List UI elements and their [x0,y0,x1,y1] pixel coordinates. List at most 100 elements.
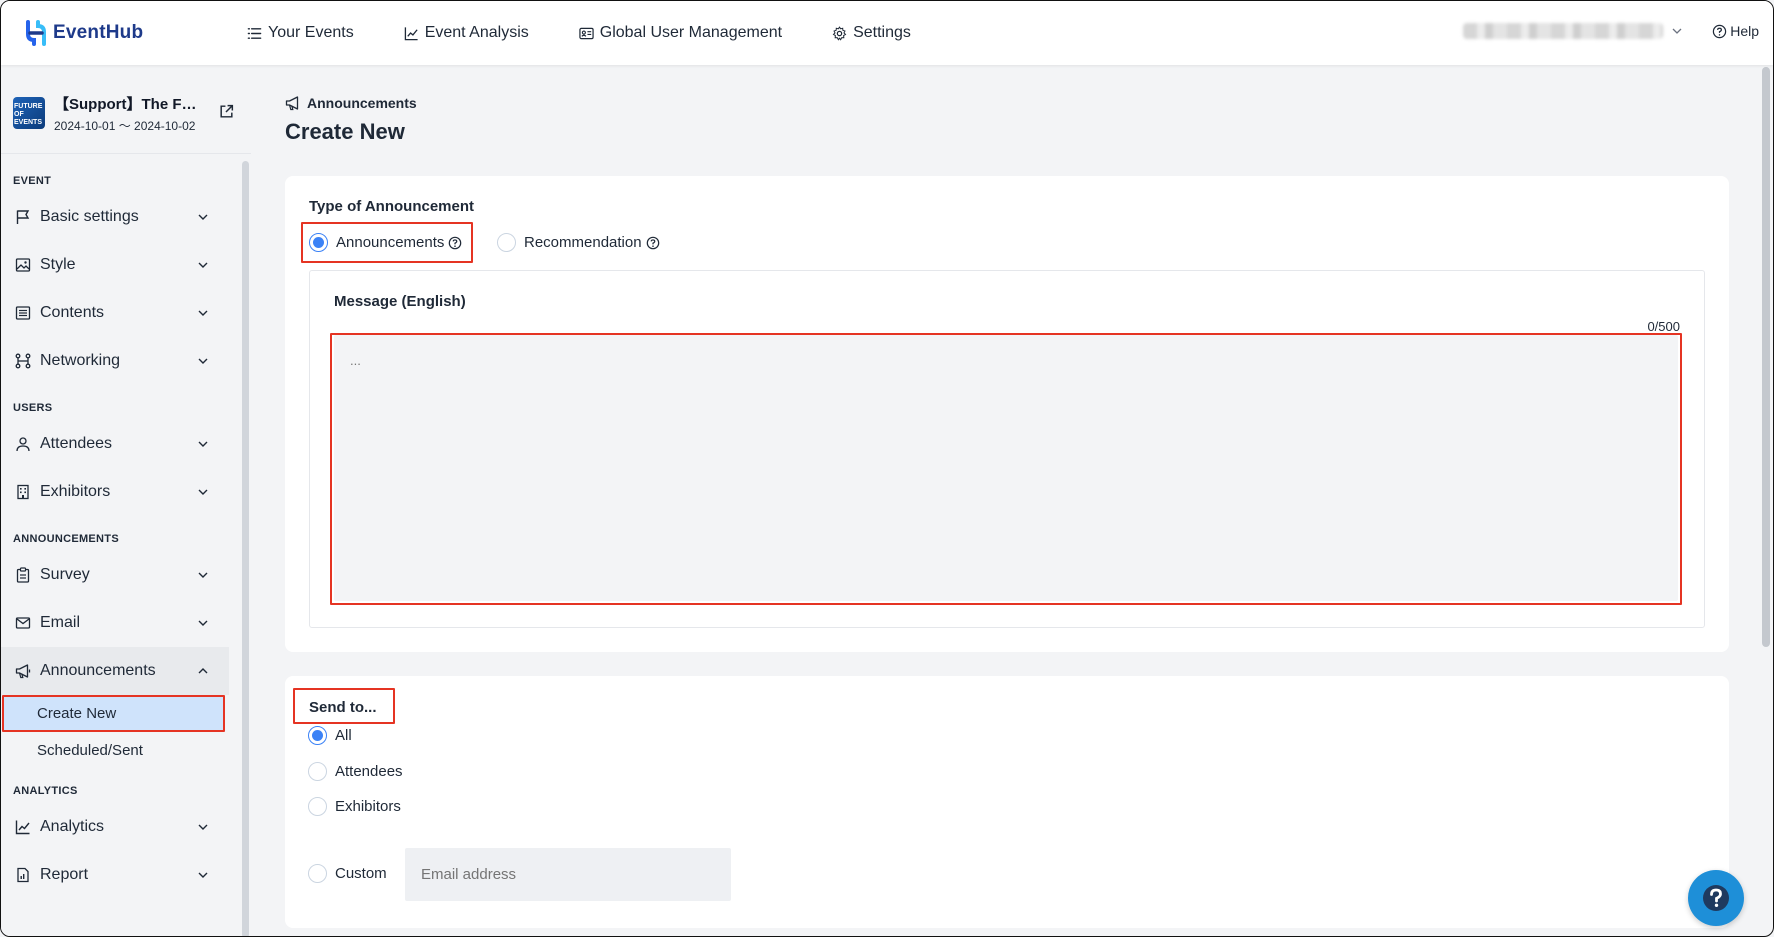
gear-icon [832,25,847,41]
sidebar-item-networking[interactable]: Networking [1,337,229,385]
sidebar-item-report[interactable]: Report [1,851,229,899]
chevron-down-icon [198,262,208,268]
sidebar-item-announcements[interactable]: Announcements [1,647,229,695]
send-to-label: Send to... [309,699,377,716]
nav-settings[interactable]: Settings [832,24,911,42]
nav-your-events[interactable]: Your Events [247,24,354,42]
radio-send-exhibitors[interactable]: Exhibitors [308,797,401,816]
sidebar-divider [1,153,251,154]
sidebar-subitem-create-new[interactable]: Create New [4,695,223,732]
account-name-redacted [1463,23,1663,39]
chevron-down-icon [198,489,208,495]
logo[interactable]: EventHub [25,20,225,46]
network-icon [15,353,31,369]
message-label: Message (English) [334,293,466,310]
radio-recommendation-control[interactable] [497,233,516,252]
image-icon [15,258,31,272]
line-chart-icon [404,26,418,40]
event-info: 【Support】The F… 2024-10-01 〜 2024-10-02 [54,93,199,134]
sidebar-item-analytics[interactable]: Analytics [1,803,229,851]
radio-send-custom-control[interactable] [308,864,327,883]
building-icon [17,484,29,500]
sidebar-item-email[interactable]: Email [1,599,229,647]
sidebar-item-label: Survey [40,566,90,583]
section-label-users: USERS [13,402,53,414]
radio-send-attendees-control[interactable] [308,762,327,781]
sidebar-item-label: Basic settings [40,208,139,225]
main-scrollbar[interactable] [1762,67,1770,647]
eventhub-logo-icon [26,20,46,46]
list-box-icon [15,306,31,320]
announcement-type-card: Type of Announcement Announcements Recom… [285,176,1729,652]
sidebar-scrollbar[interactable] [242,161,249,936]
sidebar-item-label: Analytics [40,818,105,835]
megaphone-icon [285,96,299,111]
page-title: Create New [285,119,405,144]
radio-announcements[interactable]: Announcements [309,233,462,252]
id-card-icon [579,27,594,39]
sidebar-subitem-scheduled-sent[interactable]: Scheduled/Sent [1,732,229,769]
nav-event-analysis-label: Event Analysis [424,24,529,41]
sidebar-menu: EVENT Basic settings Style Contents Netw… [1,157,229,899]
help-label: Help [1730,23,1759,39]
radio-recommendation[interactable]: Recommendation [497,233,660,252]
event-dates: 2024-10-01 〜 2024-10-02 [54,118,196,133]
sidebar-item-label: Announcements [40,662,156,679]
question-circle-icon[interactable] [448,236,462,250]
radio-announcements-label: Announcements [336,234,445,251]
breadcrumb: Announcements [285,95,417,111]
sidebar-item-label: Report [40,866,89,883]
sidebar-item-label: Exhibitors [40,483,111,500]
support-chat-button[interactable] [1688,870,1744,926]
breadcrumb-label[interactable]: Announcements [307,95,417,111]
section-label-announcements: ANNOUNCEMENTS [13,533,119,545]
nav-event-analysis[interactable]: Event Analysis [404,24,529,42]
chevron-down-icon [198,310,208,316]
section-label-event: EVENT [13,175,52,187]
sidebar-item-basic-settings[interactable]: Basic settings [1,193,229,241]
sidebar-item-label: Email [40,614,81,631]
nav-global-user-management[interactable]: Global User Management [579,24,782,42]
nav-your-events-label: Your Events [268,24,354,41]
question-mark-icon [1703,885,1729,911]
chevron-down-icon [198,441,208,447]
event-header: FUTURE OF EVENTS 【Support】The F… 2024-10… [13,93,239,133]
email-address-input[interactable] [405,848,731,901]
sidebar-item-style[interactable]: Style [1,241,229,289]
nav-settings-label: Settings [853,24,911,41]
main-nav: Your Events Event Analysis Global User M… [247,24,961,42]
radio-send-attendees-label: Attendees [335,763,403,780]
sidebar-item-survey[interactable]: Survey [1,551,229,599]
radio-announcements-control[interactable] [309,233,328,252]
sidebar-subitem-label: Scheduled/Sent [37,742,143,759]
mail-icon [15,617,31,629]
message-textarea[interactable] [334,335,1678,601]
megaphone-icon [15,664,31,679]
flag-icon [16,210,30,224]
line-chart-icon [15,820,30,835]
chevron-down-icon [198,214,208,220]
question-circle-icon[interactable] [646,236,660,250]
radio-send-exhibitors-control[interactable] [308,797,327,816]
sidebar-item-exhibitors[interactable]: Exhibitors [1,468,229,516]
chevron-down-icon [198,872,208,878]
radio-send-custom-label: Custom [335,865,387,882]
sidebar-item-attendees[interactable]: Attendees [1,420,229,468]
app-window: EventHub Your Events Event Analysis Glob… [0,0,1774,937]
radio-recommendation-label: Recommendation [524,234,642,251]
account-menu[interactable] [1463,23,1683,39]
radio-send-attendees[interactable]: Attendees [308,762,403,781]
list-icon [247,27,262,39]
sidebar-item-contents[interactable]: Contents [1,289,229,337]
section-label-analytics: ANALYTICS [13,785,78,797]
external-link-icon[interactable] [218,103,235,120]
radio-send-all[interactable]: All [308,726,352,745]
file-chart-icon [17,867,29,883]
type-of-announcement-label: Type of Announcement [309,198,474,215]
radio-send-all-control[interactable] [308,726,327,745]
chevron-down-icon [198,358,208,364]
chevron-down-icon [198,572,208,578]
help-link[interactable]: Help [1712,23,1759,39]
radio-send-custom[interactable]: Custom [308,864,387,883]
sidebar-item-label: Contents [40,304,105,321]
